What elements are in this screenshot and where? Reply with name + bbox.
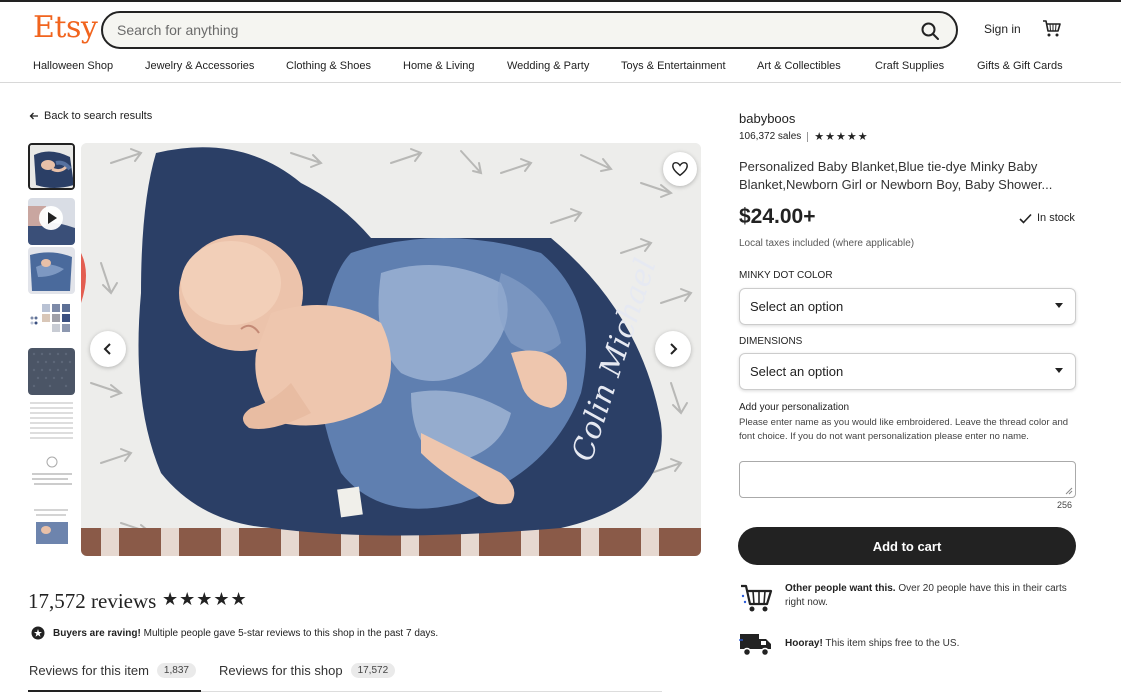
tab-reviews-item-count: 1,837 — [156, 663, 196, 678]
tab-reviews-item[interactable]: Reviews for this item 1,837 — [29, 663, 196, 678]
minky-dot-color-label: MINKY DOT COLOR — [739, 270, 833, 281]
reviews-count-title: 17,572 reviews — [28, 589, 157, 613]
dimensions-label: DIMENSIONS — [739, 336, 803, 347]
header-divider — [0, 82, 1121, 83]
nav-jewelry-accessories[interactable]: Jewelry & Accessories — [145, 60, 254, 72]
caret-down-icon — [1055, 368, 1063, 373]
minky-dot-color-select[interactable]: Select an option — [739, 288, 1076, 325]
raving-text: Multiple people gave 5-star reviews to t… — [143, 627, 439, 639]
nav-halloween-shop[interactable]: Halloween Shop — [33, 60, 113, 72]
cart-icon[interactable] — [1042, 18, 1062, 38]
nav-craft-supplies[interactable]: Craft Supplies — [875, 60, 944, 72]
free-shipping-notice: Hooray! This item ships free to the US. — [739, 630, 1075, 658]
dimensions-select[interactable]: Select an option — [739, 353, 1076, 390]
stock-status-label: In stock — [1037, 212, 1075, 224]
tab-reviews-shop[interactable]: Reviews for this shop 17,572 — [219, 663, 396, 678]
chevron-left-icon — [103, 343, 111, 355]
thumbnail-swatches-image — [28, 296, 75, 343]
tab-reviews-item-label: Reviews for this item — [29, 663, 149, 678]
thumbnail-size-chart[interactable] — [28, 397, 75, 444]
thumbnail-size-chart-image — [28, 397, 75, 444]
stock-status: In stock — [1019, 212, 1075, 224]
thumbnail-5[interactable] — [28, 348, 75, 395]
nav-art-collectibles[interactable]: Art & Collectibles — [757, 60, 841, 72]
sales-count: 106,372 sales — [739, 131, 802, 142]
demand-bold-text: Other people want this. — [785, 583, 896, 594]
personalization-label: Add your personalization — [739, 402, 850, 413]
product-main-image: Colin Michael — [81, 143, 701, 556]
resize-handle-icon[interactable] — [1065, 487, 1073, 495]
truck-icon — [739, 634, 771, 657]
top-border — [0, 0, 1121, 2]
shipping-bold-text: Hooray! — [785, 638, 823, 649]
nav-home-living[interactable]: Home & Living — [403, 60, 475, 72]
sign-in-link[interactable]: Sign in — [984, 22, 1021, 36]
category-nav: Halloween Shop Jewelry & Accessories Clo… — [0, 60, 1121, 82]
nav-gifts-gift-cards[interactable]: Gifts & Gift Cards — [977, 60, 1063, 72]
personalization-instructions: Please enter name as you would like embr… — [739, 417, 1069, 442]
search-icon[interactable] — [920, 21, 940, 41]
thumbnail-care-info[interactable] — [28, 452, 75, 499]
reviews-star-rating: ★★★★★ — [162, 589, 248, 609]
add-to-cart-button[interactable]: Add to cart — [738, 527, 1076, 565]
previous-image-button[interactable] — [90, 331, 126, 367]
shop-star-rating: ★★★★★ — [814, 131, 869, 143]
raving-bold-text: Buyers are raving! — [53, 627, 141, 639]
tax-note: Local taxes included (where applicable) — [739, 238, 915, 249]
thumbnail-3[interactable] — [28, 247, 75, 294]
back-to-results-link[interactable]: Back to search results — [29, 110, 152, 122]
thumbnail-swatches[interactable] — [28, 296, 75, 343]
thumbnail-1[interactable] — [28, 143, 75, 190]
dimensions-value: Select an option — [750, 364, 844, 379]
shipping-text: This item ships free to the US. — [825, 638, 960, 649]
minky-dot-color-value: Select an option — [750, 299, 844, 314]
thumbnail-video[interactable] — [28, 198, 75, 245]
personalization-textarea[interactable] — [739, 461, 1076, 498]
caret-down-icon — [1055, 303, 1063, 308]
sales-separator — [807, 131, 809, 142]
cart-demand-icon — [741, 584, 773, 612]
buyers-raving-banner: Buyers are raving! Multiple people gave … — [31, 626, 438, 640]
search-bar[interactable] — [101, 11, 958, 49]
thumbnail-3-image — [28, 247, 75, 294]
checkmark-icon — [1019, 213, 1032, 224]
thumbnail-video-image — [28, 198, 75, 245]
active-tab-underline — [28, 690, 201, 692]
chevron-right-icon — [670, 343, 678, 355]
next-image-button[interactable] — [655, 331, 691, 367]
thumbnail-8[interactable] — [28, 504, 75, 551]
favorite-button[interactable] — [663, 152, 697, 186]
etsy-logo[interactable]: Etsy — [33, 10, 98, 45]
thumbnail-strip — [28, 143, 76, 558]
shop-sales-rating: 106,372 sales ★★★★★ — [739, 130, 869, 143]
arrow-left-icon — [29, 112, 38, 120]
nav-wedding-party[interactable]: Wedding & Party — [507, 60, 589, 72]
demand-notice: Other people want this. Over 20 people h… — [739, 582, 1075, 614]
thumbnail-5-image — [28, 348, 75, 395]
nav-clothing-shoes[interactable]: Clothing & Shoes — [286, 60, 371, 72]
thumbnail-1-image — [30, 145, 73, 188]
heart-icon — [672, 161, 688, 177]
personalization-char-count: 256 — [1057, 500, 1073, 510]
tab-reviews-shop-count: 17,572 — [350, 663, 396, 678]
listing-price: $24.00+ — [739, 205, 816, 228]
tab-reviews-shop-label: Reviews for this shop — [219, 663, 343, 678]
search-input[interactable] — [117, 22, 877, 38]
nav-toys-entertainment[interactable]: Toys & Entertainment — [621, 60, 726, 72]
thumbnail-8-image — [28, 504, 75, 551]
thumbnail-care-info-image — [28, 452, 75, 499]
shop-name-link[interactable]: babyboos — [739, 111, 795, 126]
star-badge-icon — [31, 626, 45, 640]
back-link-label: Back to search results — [44, 110, 153, 122]
listing-title: Personalized Baby Blanket,Blue tie-dye M… — [739, 159, 1053, 192]
baby-blanket-photo: Colin Michael — [81, 143, 701, 556]
